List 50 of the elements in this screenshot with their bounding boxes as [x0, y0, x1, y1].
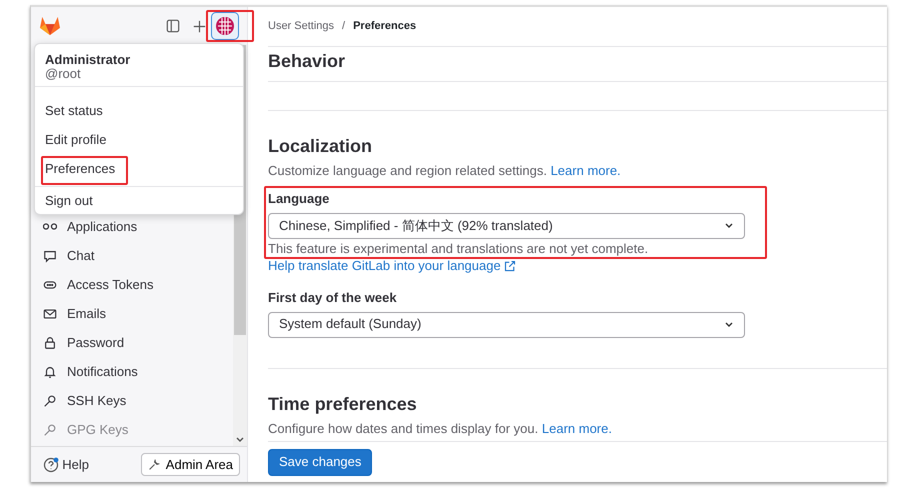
avatar-button[interactable]: [211, 12, 239, 40]
sidebar-item[interactable]: Access Tokens: [37, 270, 233, 299]
lock-icon: [43, 336, 57, 350]
user-name: Administrator: [45, 52, 132, 68]
section-description: Customize language and region related settings. Learn more.: [268, 163, 622, 180]
select-field[interactable]: Chinese, Simplified - 简体中文 (92% translated): [268, 212, 745, 239]
help-text: This feature is experimental and translations are not yet complete.: [268, 240, 648, 258]
key-icon: [43, 422, 57, 436]
menu-item[interactable]: Preferences: [35, 154, 243, 184]
select-field[interactable]: System default (Sunday): [268, 312, 745, 338]
save-changes-button[interactable]: Save changes: [268, 449, 372, 476]
sidebar-item[interactable]: SSH Keys: [37, 386, 233, 415]
circles-icon: [43, 223, 57, 230]
menu-item[interactable]: Sign out: [35, 188, 243, 214]
section-description: Configure how dates and times display for you. Learn more.: [268, 421, 613, 438]
key-icon: [43, 394, 57, 408]
breadcrumb-link[interactable]: Preferences: [353, 19, 416, 34]
chevron-down-icon[interactable]: [235, 436, 245, 444]
breadcrumb-link[interactable]: User Settings: [268, 19, 334, 34]
sidebar-toggle-icon[interactable]: [166, 19, 180, 33]
translate-link[interactable]: Help translate GitLab into your language: [268, 258, 516, 275]
sidebar-item[interactable]: Applications: [37, 212, 233, 241]
fox-logo-icon[interactable]: [39, 16, 61, 36]
learn-more-link[interactable]: Learn more.: [550, 163, 621, 178]
menu-item[interactable]: Set status: [35, 96, 243, 126]
username: @root: [45, 66, 82, 82]
learn-more-link[interactable]: Learn more.: [542, 421, 612, 436]
menu-item[interactable]: Edit profile: [35, 125, 243, 154]
sidebar-item[interactable]: Notifications: [37, 357, 233, 386]
envelope-icon: [43, 306, 57, 320]
section-heading: Time preferences: [268, 394, 418, 416]
sidebar-item[interactable]: Chat: [37, 241, 233, 270]
field-label: First day of the week: [268, 290, 397, 307]
bell-icon: [43, 364, 57, 378]
plus-icon[interactable]: [193, 20, 206, 32]
sidebar-item[interactable]: Emails: [37, 299, 233, 328]
breadcrumb-separator: /: [342, 19, 346, 34]
admin-area-button[interactable]: Admin Area: [140, 452, 240, 476]
help-icon: [43, 456, 59, 472]
external-link-icon: [504, 260, 516, 272]
section-heading: Behavior: [268, 51, 346, 73]
field-label: Language: [268, 191, 330, 208]
chevron-down-icon: [724, 321, 734, 328]
section-heading: Localization: [268, 136, 374, 158]
wrench-icon: [148, 458, 161, 471]
chat-icon: [43, 248, 57, 262]
avatar-icon: [215, 16, 235, 36]
help-link[interactable]: Help: [43, 454, 89, 474]
sidebar-item[interactable]: Password: [37, 328, 233, 357]
chevron-down-icon: [724, 222, 734, 230]
